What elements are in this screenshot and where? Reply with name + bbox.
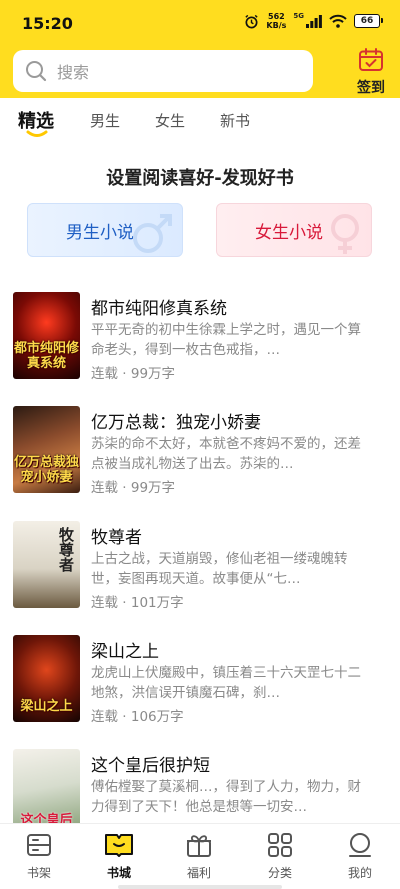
book-item[interactable]: 梁山之上 梁山之上 龙虎山上伏魔殿中，镇压着三十六天罡七十二地煞，洪信误开镇魔石… — [0, 635, 400, 735]
status-bar: 15:20 562 KB/s 5G 66 — [0, 0, 400, 46]
gift-icon — [187, 835, 211, 857]
alarm-icon — [245, 14, 259, 28]
book-cover-title: 牧尊者 — [57, 527, 75, 572]
book-meta: 连载 · 99万字 — [91, 366, 176, 382]
bottom-nav: 书架 书城 福利 分类 我的 — [0, 823, 400, 889]
tab-male[interactable]: 男生 — [90, 110, 120, 131]
checkin-label: 签到 — [357, 80, 385, 96]
male-novel-button[interactable]: 男生小说 — [27, 203, 183, 257]
active-tab-indicator — [26, 130, 48, 137]
tab-new-books[interactable]: 新书 — [220, 110, 250, 131]
nav-profile-label: 我的 — [347, 866, 372, 880]
book-item[interactable]: 牧尊者 牧尊者 上古之战，天道崩毁，修仙老祖一缕魂魄转世，妄图再现天道。故事便从… — [0, 521, 400, 621]
bookstore-icon — [105, 834, 133, 857]
signal-label: 5G — [293, 12, 304, 20]
book-title: 梁山之上 — [91, 642, 159, 662]
preference-title: 设置阅读喜好-发现好书 — [106, 168, 294, 189]
signal-icon — [306, 14, 322, 28]
book-title: 牧尊者 — [91, 528, 142, 548]
female-novel-label: 女生小说 — [255, 222, 323, 243]
battery-indicator: 66 — [354, 14, 383, 28]
tab-female[interactable]: 女生 — [155, 110, 185, 131]
book-cover-title: 亿万总裁独宠小娇妻 — [13, 455, 79, 485]
book-cover: 亿万总裁独宠小娇妻 — [13, 406, 80, 493]
nav-categories-label: 分类 — [267, 866, 292, 880]
nav-rewards[interactable]: 福利 — [169, 832, 229, 881]
nav-rewards-label: 福利 — [186, 866, 211, 880]
grid-icon — [268, 833, 292, 857]
book-cover: 梁山之上 — [13, 635, 80, 722]
nav-categories[interactable]: 分类 — [250, 832, 310, 881]
book-title: 这个皇后很护短 — [91, 756, 210, 776]
home-indicator — [118, 885, 282, 889]
male-novel-label: 男生小说 — [66, 222, 134, 243]
wifi-icon — [329, 14, 347, 28]
book-cover-title: 梁山之上 — [20, 699, 73, 714]
book-description: 苏柒的命不太好，本就爸不疼妈不爱的，还差点被当成礼物送了出去。苏柒的… — [91, 436, 361, 472]
book-description: 平平无奇的初中生徐霖上学之时，遇见一个算命老头，得到一枚古色戒指，… — [91, 322, 361, 358]
nav-bookstore[interactable]: 书城 — [89, 832, 149, 881]
status-time: 15:20 — [22, 14, 73, 33]
nav-bookstore-label: 书城 — [106, 866, 131, 880]
book-title: 亿万总裁：独宠小娇妻 — [91, 413, 261, 433]
book-meta: 连载 · 106万字 — [91, 709, 184, 725]
checkin-button[interactable]: 签到 — [354, 48, 388, 97]
book-meta: 连载 · 101万字 — [91, 595, 184, 611]
book-cover-title: 都市纯阳修真系统 — [13, 341, 79, 371]
bookshelf-icon — [27, 834, 51, 856]
search-placeholder: 搜索 — [57, 63, 90, 82]
network-speed-unit: KB/s — [266, 21, 287, 30]
search-input[interactable]: 搜索 — [13, 50, 313, 92]
book-description: 傅佑樘娶了莫溪桐…，得到了人力，物力，财力得到了天下！他总是想等一切安… — [91, 779, 361, 815]
search-icon — [26, 61, 47, 82]
book-cover: 牧尊者 — [13, 521, 80, 608]
book-title: 都市纯阳修真系统 — [91, 299, 227, 319]
book-description: 上古之战，天道崩毁，修仙老祖一缕魂魄转世，妄图再现天道。故事便从“七… — [91, 551, 348, 587]
category-tabs: 精选 男生 女生 新书 — [0, 100, 400, 144]
top-bar: 搜索 签到 — [0, 46, 400, 98]
male-symbol-icon — [133, 214, 172, 253]
book-meta: 连载 · 99万字 — [91, 480, 176, 496]
book-item[interactable]: 亿万总裁独宠小娇妻 亿万总裁：独宠小娇妻 苏柒的命不太好，本就爸不疼妈不爱的，还… — [0, 406, 400, 506]
female-novel-button[interactable]: 女生小说 — [216, 203, 372, 257]
nav-bookshelf[interactable]: 书架 — [9, 832, 69, 881]
network-speed: 562 KB/s — [266, 12, 286, 30]
calendar-check-icon — [359, 48, 383, 71]
book-description: 龙虎山上伏魔殿中，镇压着三十六天罡七十二地煞，洪信误开镇魔石碑，刹… — [91, 665, 361, 701]
nav-profile[interactable]: 我的 — [330, 832, 390, 881]
book-item[interactable]: 都市纯阳修真系统 都市纯阳修真系统 平平无奇的初中生徐霖上学之时，遇见一个算命老… — [0, 292, 400, 392]
profile-icon — [349, 833, 371, 857]
nav-bookshelf-label: 书架 — [26, 866, 51, 880]
female-symbol-icon — [331, 214, 359, 254]
network-speed-value: 562 — [268, 12, 285, 21]
book-cover: 都市纯阳修真系统 — [13, 292, 80, 379]
